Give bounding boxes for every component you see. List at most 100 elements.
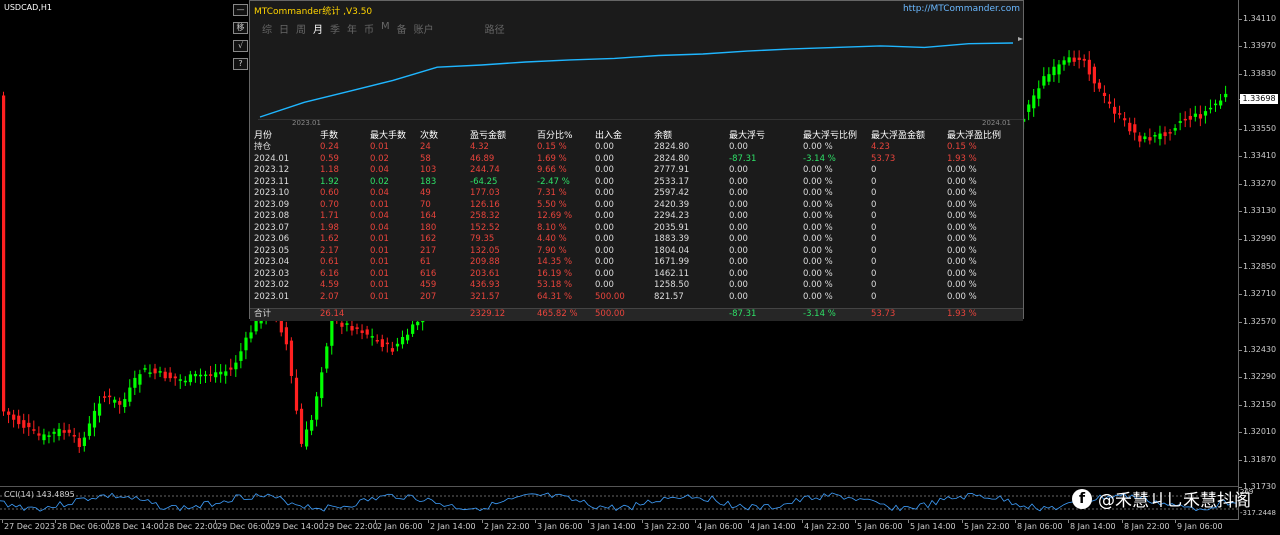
tab-2[interactable]: 周 bbox=[296, 21, 306, 36]
candle bbox=[1062, 56, 1066, 71]
cell: 0.00 bbox=[595, 199, 614, 210]
cell: 0.00 % bbox=[947, 245, 977, 256]
candle bbox=[47, 431, 51, 444]
candle bbox=[128, 379, 132, 407]
cell: -2.47 % bbox=[537, 176, 570, 187]
cell: 0.01 bbox=[370, 268, 389, 279]
tab-7[interactable]: M bbox=[381, 21, 390, 35]
candle bbox=[406, 328, 410, 344]
time-tick bbox=[1015, 520, 1016, 523]
price-tick bbox=[1239, 239, 1242, 240]
time-label: 8 Jan 06:00 bbox=[1017, 522, 1063, 531]
cell: 0.01 bbox=[370, 245, 389, 256]
cell: 0.00 % bbox=[947, 222, 977, 233]
price-tick bbox=[1239, 184, 1242, 185]
candle bbox=[1143, 132, 1147, 143]
candle bbox=[229, 358, 233, 376]
price-label: 1.32850 bbox=[1243, 262, 1277, 271]
tab-8[interactable]: 备 bbox=[397, 21, 407, 36]
candle bbox=[173, 373, 177, 386]
cell: 49 bbox=[420, 188, 431, 198]
cell: 2597.42 bbox=[654, 188, 690, 198]
cci-indicator[interactable] bbox=[0, 486, 1238, 519]
candle bbox=[395, 337, 400, 352]
cell: 500.00 bbox=[595, 291, 625, 302]
time-label: 29 Dec 14:00 bbox=[270, 522, 324, 531]
time-tick bbox=[962, 520, 963, 523]
move-button[interactable]: 移 bbox=[233, 22, 248, 34]
tab-6[interactable]: 币 bbox=[364, 21, 374, 36]
tab-1[interactable]: 日 bbox=[279, 21, 289, 36]
cell: 0.00 % bbox=[947, 234, 977, 244]
cell: 0.00 % bbox=[803, 268, 833, 279]
candle bbox=[1087, 51, 1091, 81]
cell: 最大浮盈金额 bbox=[871, 131, 926, 141]
cell: 0 bbox=[871, 257, 877, 267]
price-label: 1.32150 bbox=[1243, 400, 1277, 409]
candle bbox=[1173, 124, 1177, 136]
cell: 4.32 bbox=[470, 142, 489, 152]
cell: 1671.99 bbox=[654, 257, 690, 267]
tab-3[interactable]: 月 bbox=[313, 21, 323, 36]
cell: 2824.80 bbox=[654, 153, 690, 164]
candle bbox=[67, 424, 71, 437]
time-tick bbox=[108, 520, 109, 523]
cell: 0.00 bbox=[729, 142, 748, 152]
cell: 2023.11 bbox=[254, 176, 290, 187]
candle bbox=[1214, 99, 1218, 112]
candle bbox=[1198, 105, 1203, 127]
candle bbox=[158, 366, 162, 377]
candle bbox=[310, 414, 314, 436]
cell: 8.10 % bbox=[537, 222, 567, 233]
cell: 64.31 % bbox=[537, 291, 573, 302]
time-tick bbox=[482, 520, 483, 523]
cell: 0 bbox=[871, 234, 877, 244]
candle bbox=[1138, 132, 1142, 148]
cell: 16.19 % bbox=[537, 268, 573, 279]
candle bbox=[244, 331, 248, 360]
candle bbox=[92, 402, 97, 437]
time-label: 8 Jan 22:00 bbox=[1124, 522, 1170, 531]
tab-9[interactable]: 账户 bbox=[414, 21, 434, 36]
check-button[interactable]: √ bbox=[233, 40, 248, 52]
cell: 0.01 bbox=[370, 291, 389, 302]
cell: 0.00 bbox=[595, 142, 614, 152]
cell: 余额 bbox=[654, 131, 673, 141]
tab-path[interactable]: 路径 bbox=[485, 21, 505, 36]
price-tick bbox=[1239, 46, 1242, 47]
time-label: 28 Dec 06:00 bbox=[57, 522, 111, 531]
tab-4[interactable]: 季 bbox=[330, 21, 340, 36]
cell: 0.04 bbox=[370, 188, 389, 198]
cell: 0 bbox=[871, 176, 877, 187]
time-tick bbox=[908, 520, 909, 523]
cell: 53.73 bbox=[871, 309, 896, 319]
cell: 0.00 bbox=[595, 268, 614, 279]
cell: 4.40 % bbox=[537, 234, 567, 244]
tab-5[interactable]: 年 bbox=[347, 21, 357, 36]
cell: 616 bbox=[420, 268, 437, 279]
cell: 0.00 bbox=[595, 176, 614, 187]
table-row: 2024.01 0.59 0.02 58 46.89 1.69 % 0.00 2824.80 -… bbox=[250, 154, 1025, 165]
price-tick bbox=[1239, 129, 1242, 130]
cell: 46.89 bbox=[470, 153, 495, 164]
candle bbox=[17, 409, 21, 429]
cell: 0 bbox=[871, 280, 877, 290]
candle bbox=[42, 428, 46, 445]
price-tick bbox=[1239, 432, 1242, 433]
cell: 0.00 bbox=[595, 280, 614, 290]
candle bbox=[1102, 85, 1107, 104]
help-button[interactable]: ? bbox=[233, 58, 248, 70]
cell: 最大浮盈比例 bbox=[947, 131, 1002, 141]
time-tick bbox=[642, 520, 643, 523]
candle bbox=[1118, 105, 1122, 119]
price-tick bbox=[1239, 267, 1242, 268]
cell: 0.00 bbox=[729, 268, 748, 279]
cell: 2023.07 bbox=[254, 222, 290, 233]
minimize-button[interactable]: — bbox=[233, 4, 248, 16]
price-axis: 1.34110 1.33970 1.33830 1.33698 1.33550 1.334… bbox=[1238, 0, 1280, 520]
tab-0[interactable]: 综 bbox=[262, 21, 272, 36]
candle bbox=[1168, 128, 1172, 141]
table-row: 2023.05 2.17 0.01 217 132.05 7.90 % 0.00 1804.0… bbox=[250, 246, 1025, 257]
panel-url-link[interactable]: http://MTCommander.com bbox=[903, 4, 1020, 14]
cell: 0 bbox=[871, 165, 877, 175]
